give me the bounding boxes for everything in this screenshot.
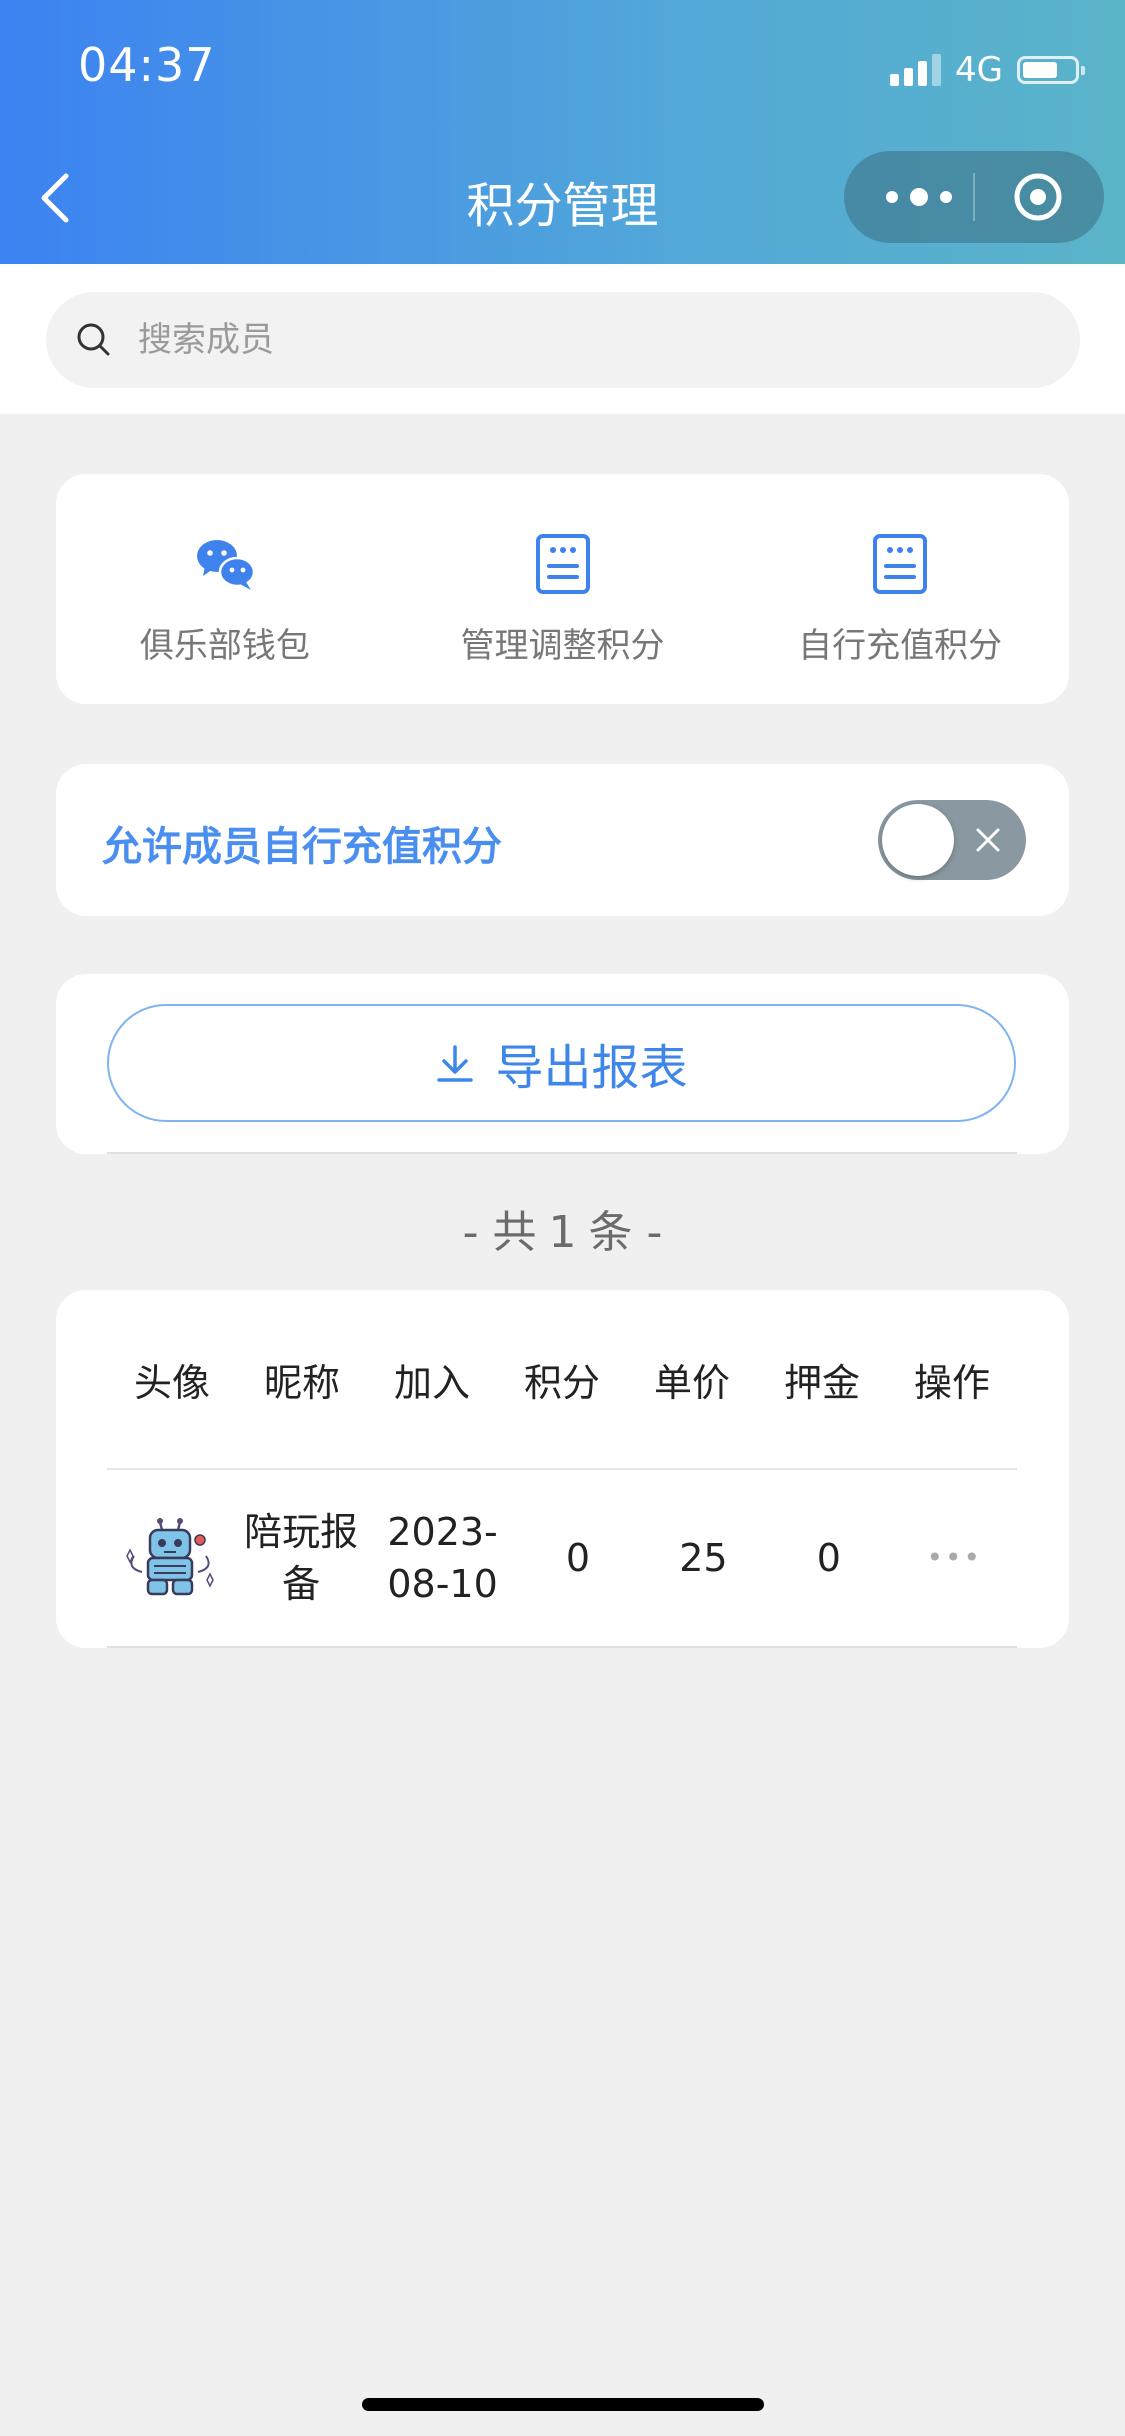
more-icon[interactable] bbox=[884, 183, 954, 211]
member-table: 头像 昵称 加入 积分 单价 押金 操作 陪玩报备 2023-08-10 0 2… bbox=[56, 1290, 1069, 1648]
table-row[interactable]: 陪玩报备 2023-08-10 0 25 0 ••• bbox=[107, 1470, 1017, 1646]
close-icon bbox=[976, 828, 1000, 852]
search-icon bbox=[77, 323, 110, 356]
member-join-date: 2023-08-10 bbox=[387, 1510, 498, 1606]
column-header-nickname: 昵称 bbox=[263, 1360, 340, 1405]
member-deposit: 0 bbox=[816, 1536, 841, 1580]
close-miniprogram-icon[interactable] bbox=[1012, 171, 1064, 223]
divider bbox=[107, 1152, 1017, 1154]
document-icon bbox=[535, 534, 590, 594]
action-label: 管理调整积分 bbox=[460, 626, 665, 666]
column-header-actions: 操作 bbox=[913, 1360, 990, 1405]
column-header-join: 加入 bbox=[393, 1360, 470, 1405]
record-count: - 共1条 - bbox=[0, 1196, 1125, 1260]
status-indicators: 4G bbox=[890, 50, 1085, 90]
search-box[interactable] bbox=[46, 292, 1080, 388]
document-icon bbox=[873, 534, 928, 594]
column-header-points: 积分 bbox=[523, 1360, 600, 1405]
action-label: 俱乐部钱包 bbox=[139, 626, 310, 666]
column-header-avatar: 头像 bbox=[133, 1360, 210, 1405]
divider bbox=[107, 1646, 1017, 1648]
toggle-knob bbox=[882, 804, 954, 876]
column-header-unit-price: 单价 bbox=[653, 1360, 730, 1405]
navigation-header: 04:37 4G 积分管理 bbox=[0, 0, 1125, 264]
member-nickname: 陪玩报备 bbox=[244, 1510, 359, 1606]
member-points: 0 bbox=[565, 1536, 591, 1580]
signal-icon bbox=[890, 54, 942, 86]
network-type: 4G bbox=[955, 50, 1003, 90]
export-report-button[interactable]: 导出报表 bbox=[107, 1004, 1016, 1122]
wechat-icon bbox=[196, 540, 256, 590]
table-header: 头像 昵称 加入 积分 单价 押金 操作 bbox=[107, 1290, 1017, 1470]
status-time: 04:37 bbox=[78, 38, 216, 92]
member-avatar-cell bbox=[107, 1516, 232, 1600]
self-recharge-points-action[interactable]: 自行充值积分 bbox=[731, 474, 1069, 704]
more-options-button[interactable]: ••• bbox=[892, 1532, 1017, 1584]
export-report-label: 导出报表 bbox=[495, 1040, 688, 1096]
capsule-divider bbox=[973, 173, 975, 221]
record-count-prefix: - 共 bbox=[462, 1207, 537, 1258]
download-icon bbox=[437, 1045, 474, 1082]
search-input[interactable] bbox=[136, 319, 1040, 361]
admin-adjust-points-action[interactable]: 管理调整积分 bbox=[394, 474, 732, 704]
robot-avatar bbox=[125, 1518, 214, 1596]
record-count-suffix: 条 - bbox=[588, 1207, 663, 1258]
club-wallet-action[interactable]: 俱乐部钱包 bbox=[56, 474, 394, 704]
member-unit-price: 25 bbox=[679, 1536, 728, 1580]
record-count-number: 1 bbox=[548, 1207, 577, 1258]
action-label: 自行充值积分 bbox=[798, 626, 1003, 666]
mini-program-capsule bbox=[844, 151, 1104, 243]
self-recharge-label: 允许成员自行充值积分 bbox=[102, 824, 502, 870]
home-indicator bbox=[362, 2398, 764, 2411]
column-header-deposit: 押金 bbox=[783, 1360, 860, 1405]
self-recharge-toggle[interactable] bbox=[878, 800, 1026, 880]
search-section bbox=[0, 264, 1125, 414]
self-recharge-setting: 允许成员自行充值积分 bbox=[56, 764, 1069, 916]
export-section: 导出报表 bbox=[56, 974, 1069, 1154]
battery-icon bbox=[1017, 56, 1085, 84]
action-grid: 俱乐部钱包 管理调整积分 自行充值积分 bbox=[56, 474, 1069, 704]
